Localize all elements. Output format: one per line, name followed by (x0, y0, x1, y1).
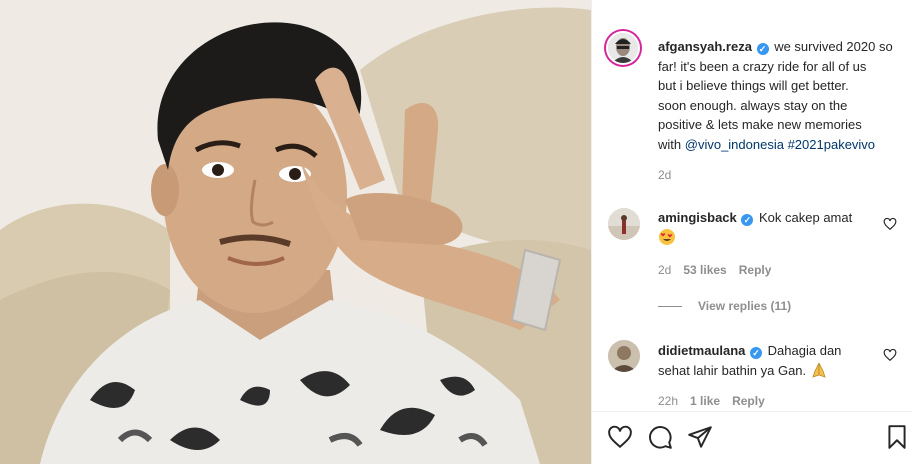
author-avatar[interactable] (606, 31, 640, 65)
comment-like-heart-icon[interactable] (883, 348, 897, 362)
commenter-avatar[interactable] (608, 208, 640, 240)
comment-age[interactable]: 22h (658, 394, 678, 408)
caption-line-1: we survived 2020 so (774, 39, 893, 54)
caption-line-3: but i believe things will get better. (658, 78, 849, 94)
comment-bubble-icon[interactable] (647, 424, 673, 450)
heart-eyes-emoji (659, 228, 675, 245)
paper-plane-icon[interactable] (687, 424, 713, 450)
selfie-photo (0, 0, 591, 464)
verified-badge-icon: ✓ (750, 347, 763, 359)
comment-text-2: sehat lahir bathin ya Gan. (658, 362, 807, 378)
comment-text-1: Dahagia dan (767, 343, 842, 358)
comment-likes[interactable]: 53 likes (683, 263, 726, 277)
post-age[interactable]: 2d (658, 168, 671, 182)
caption-line-6: with (658, 136, 682, 152)
comment-like-heart-icon[interactable] (883, 217, 897, 231)
replies-line (658, 305, 682, 307)
actions-divider (592, 411, 912, 412)
bookmark-icon[interactable] (884, 424, 910, 450)
verified-badge-icon: ✓ (741, 214, 754, 226)
comment-reply-button[interactable]: Reply (739, 263, 772, 277)
comment-2-meta: 22h 1 like Reply (658, 394, 765, 408)
caption-line-4: soon enough. always stay on the (658, 97, 848, 113)
post-caption: afgansyah.reza ✓ we survived 2020 so far… (658, 37, 898, 155)
view-replies-button[interactable]: View replies (11) (658, 299, 791, 313)
praying-emoji (812, 362, 826, 378)
hashtag-link[interactable]: #2021pakevivo (788, 137, 875, 152)
verified-badge-icon: ✓ (756, 43, 769, 55)
comment-username[interactable]: amingisback (658, 210, 737, 225)
caption-line-5: positive & lets make new memories (658, 117, 862, 133)
comment-text: Kok cakep amat (759, 210, 853, 225)
comment-reply-button[interactable]: Reply (732, 394, 765, 408)
heart-icon[interactable] (607, 424, 633, 450)
post-photo[interactable] (0, 0, 591, 464)
mention-link[interactable]: @vivo_indonesia (685, 137, 784, 152)
commenter-avatar[interactable] (608, 340, 640, 372)
comment-1-meta: 2d 53 likes Reply (658, 263, 771, 277)
comment-2: didietmaulana ✓ Dahagia dan sehat lahir … (658, 341, 873, 380)
comment-age[interactable]: 2d (658, 263, 671, 277)
caption-line-2: far! it's been a crazy ride for all of u… (658, 58, 867, 74)
author-username[interactable]: afgansyah.reza (658, 39, 752, 54)
view-replies-label: View replies (11) (698, 299, 792, 313)
comment-username[interactable]: didietmaulana (658, 343, 745, 358)
comment-likes[interactable]: 1 like (690, 394, 720, 408)
post-side-panel: afgansyah.reza ✓ we survived 2020 so far… (591, 0, 912, 464)
comment-1: amingisback ✓ Kok cakep amat (658, 208, 868, 247)
